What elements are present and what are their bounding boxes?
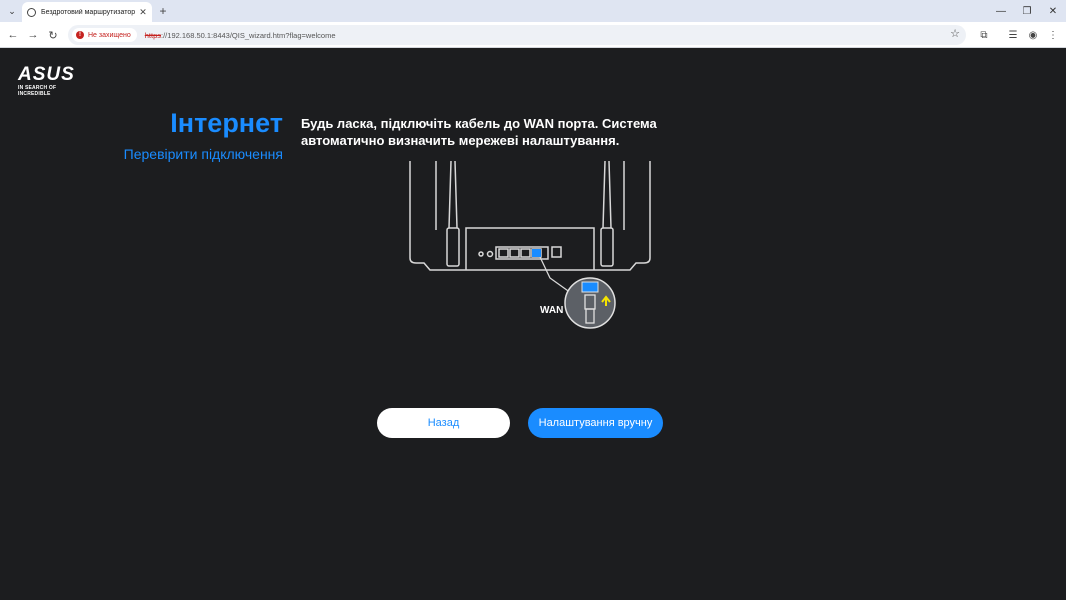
asus-logo: ASUS IN SEARCH OF INCREDIBLE [18, 64, 88, 97]
arrow-left-icon[interactable]: ← [4, 26, 22, 44]
router-setup-page: ASUS IN SEARCH OF INCREDIBLE Інтернет Пе… [0, 48, 1066, 600]
arrow-right-icon[interactable]: → [24, 26, 42, 44]
address-bar[interactable]: ! Не захищено https://192.168.50.1:8443/… [68, 25, 966, 45]
puzzle-icon[interactable]: ⧉ [975, 26, 993, 44]
check-connection-link[interactable]: Перевірити підключення [124, 146, 283, 162]
logo-tagline: IN SEARCH OF INCREDIBLE [18, 85, 57, 97]
router-wan-illustration [409, 160, 651, 329]
back-button[interactable]: Назад [377, 408, 510, 438]
playlist-icon[interactable]: ☰ [1004, 26, 1022, 44]
close-icon[interactable]: ✕ [137, 7, 149, 18]
close-window-icon[interactable]: ✕ [1040, 0, 1066, 22]
minimize-icon[interactable]: — [988, 0, 1014, 22]
warning-icon: ! [76, 31, 84, 39]
globe-icon [27, 7, 36, 17]
manual-setup-button[interactable]: Налаштування вручну [528, 408, 663, 438]
chevron-down-icon[interactable]: ⌄ [4, 3, 20, 19]
security-chip[interactable]: ! Не захищено [72, 28, 137, 42]
url-rest: ://192.168.50.1:8443/QIS_wizard.htm?flag… [161, 30, 336, 40]
profile-icon[interactable]: ◉ [1024, 26, 1042, 44]
url-scheme: https [144, 30, 162, 40]
instruction-text: Будь ласка, підключіть кабель до WAN пор… [301, 116, 657, 148]
browser-tab[interactable]: Бездротовий маршрутизатор A ✕ [22, 2, 152, 22]
plus-icon[interactable]: + [156, 3, 170, 19]
url-text[interactable]: https://192.168.50.1:8443/QIS_wizard.htm… [145, 31, 336, 40]
reload-icon[interactable]: ↻ [44, 26, 62, 44]
star-icon[interactable]: ☆ [950, 27, 960, 40]
tab-title: Бездротовий маршрутизатор A [41, 8, 137, 16]
page-title: Інтернет [170, 108, 283, 138]
tab-strip: ⌄ Бездротовий маршрутизатор A ✕ + — ❐ ✕ [0, 0, 1066, 22]
kebab-menu-icon[interactable]: ⋮ [1044, 26, 1062, 44]
wan-label: WAN [540, 305, 564, 316]
browser-toolbar: ← → ↻ ! Не захищено https://192.168.50.1… [0, 22, 1066, 48]
security-label: Не захищено [88, 31, 131, 39]
restore-icon[interactable]: ❐ [1014, 0, 1040, 22]
logo-brand: ASUS [18, 64, 75, 85]
